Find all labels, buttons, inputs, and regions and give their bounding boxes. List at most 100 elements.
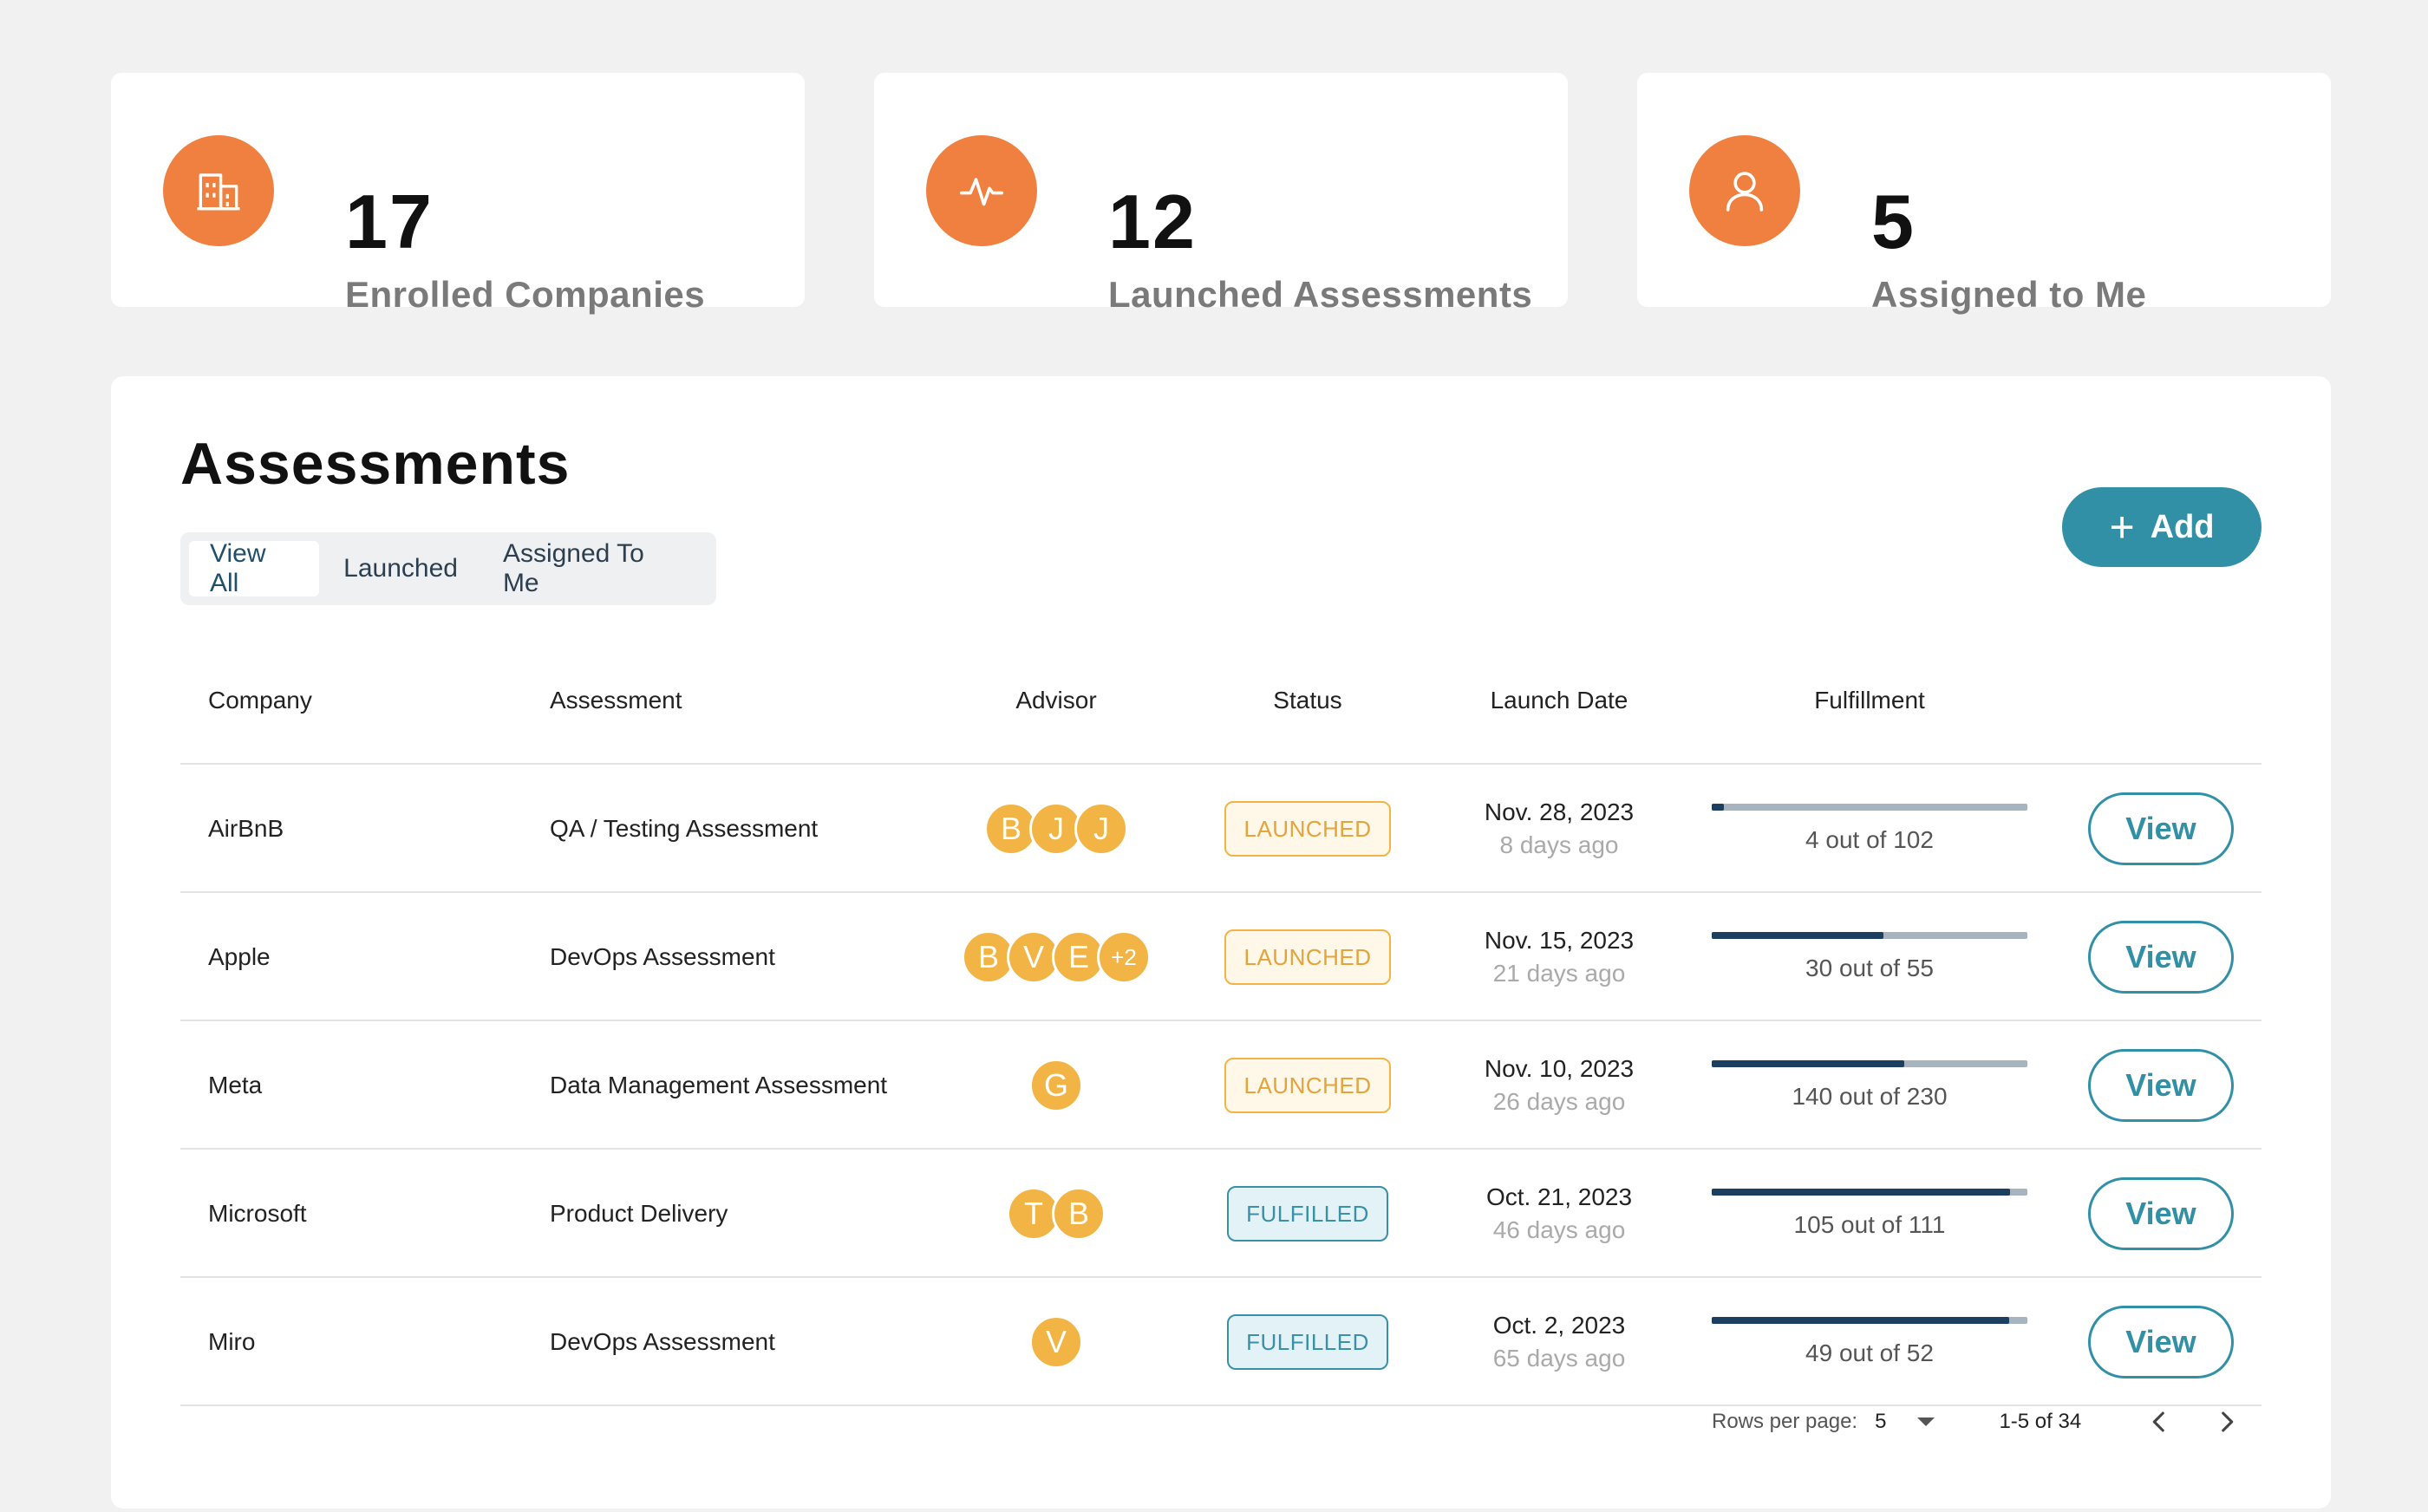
cell-assessment: DevOps Assessment [550, 1328, 775, 1355]
column-header-launch-date: Launch Date [1490, 687, 1628, 714]
fulfillment-progress-bar [1712, 804, 2027, 811]
chevron-right-icon [2222, 1411, 2234, 1432]
column-header-status: Status [1273, 687, 1342, 714]
status-badge: FULFILLED [1227, 1186, 1388, 1242]
rows-per-page-label: Rows per page: [1712, 1410, 1858, 1433]
launch-date: Nov. 28, 2023 [1484, 798, 1635, 825]
advisor-avatar: V [1029, 1315, 1083, 1369]
assessments-table: Company Assessment Advisor Status Launch… [180, 636, 2262, 1406]
avatar-group: TB [1007, 1187, 1106, 1241]
cell-fulfillment: 30 out of 55 [1712, 893, 2027, 1021]
cell-company: AirBnB [208, 815, 284, 842]
assessments-panel: Assessments View All Launched Assigned T… [111, 376, 2331, 1509]
pagination-range: 1-5 of 34 [1999, 1410, 2082, 1433]
fulfillment-text: 105 out of 111 [1793, 1211, 1946, 1238]
fulfillment-progress-bar [1712, 1060, 2027, 1067]
cell-assessment: QA / Testing Assessment [550, 815, 819, 842]
add-button-label: Add [2150, 508, 2215, 545]
view-button[interactable]: View [2088, 921, 2234, 994]
stat-number: 17 [345, 179, 434, 264]
advisor-avatar: J [1074, 802, 1128, 856]
avatar-group: BJJ [984, 802, 1128, 856]
launch-date-relative: 26 days ago [1492, 1088, 1626, 1115]
cell-launch-date: Oct. 2, 2023 65 days ago [1446, 1278, 1672, 1406]
cell-action: View [2088, 1278, 2234, 1406]
chevron-left-icon [2152, 1411, 2164, 1432]
stat-label: Launched Assessments [1108, 274, 1533, 315]
table-body: AirBnB QA / Testing Assessment B J J LAUNCHED… [180, 765, 2262, 1406]
view-button[interactable]: View [2088, 792, 2234, 865]
activity-icon [926, 135, 1037, 246]
status-badge: LAUNCHED [1224, 929, 1391, 985]
view-button[interactable]: View [2088, 1306, 2234, 1378]
cell-launch-date: Nov. 15, 2023 21 days ago [1446, 893, 1672, 1021]
add-button[interactable]: + Add [2062, 487, 2262, 567]
launch-date: Oct. 2, 2023 [1492, 1312, 1626, 1339]
cell-advisors: TB [926, 1150, 1186, 1278]
cell-status: FULFILLED [1204, 1278, 1412, 1406]
previous-page-button[interactable] [2142, 1404, 2177, 1439]
rows-per-page-select[interactable]: 5 [1875, 1410, 1935, 1434]
tab-view-all[interactable]: View All [189, 539, 320, 597]
cell-action: View [2088, 893, 2234, 1021]
stat-label: Assigned to Me [1871, 274, 2147, 315]
table-row: Microsoft Product Delivery T B FULFILLED Oct.… [180, 1150, 2262, 1278]
cell-advisors: V [926, 1278, 1186, 1406]
caret-down-icon [1917, 1418, 1935, 1426]
stat-card-launched-assessments: 12 Launched Assessments [874, 73, 1568, 315]
view-button[interactable]: View [2088, 1177, 2234, 1250]
table-header: Company Assessment Advisor Status Launch… [180, 636, 2262, 765]
fulfillment-progress-fill [1712, 804, 1725, 811]
table-row: Apple DevOps Assessment B V E +2 LAUNCHED Nov. … [180, 893, 2262, 1021]
fulfillment-progress-bar [1712, 1317, 2027, 1324]
advisor-avatar: G [1029, 1059, 1083, 1112]
fulfillment-progress-bar [1712, 1189, 2027, 1196]
status-badge: LAUNCHED [1224, 1058, 1391, 1113]
fulfillment-text: 49 out of 52 [1805, 1339, 1934, 1366]
tab-assigned-to-me[interactable]: Assigned To Me [482, 539, 704, 597]
fulfillment-progress-bar [1712, 932, 2027, 939]
pagination: Rows per page: 5 1-5 of 34 [1712, 1396, 2267, 1448]
table-row: AirBnB QA / Testing Assessment B J J LAUNCHED… [180, 765, 2262, 893]
view-button[interactable]: View [2088, 1049, 2234, 1122]
cell-fulfillment: 49 out of 52 [1712, 1278, 2027, 1406]
cell-action: View [2088, 1021, 2234, 1150]
cell-action: View [2088, 1150, 2234, 1278]
status-badge: LAUNCHED [1224, 801, 1391, 857]
column-header-company: Company [208, 687, 312, 714]
dashboard-page: 17 Enrolled Companies 12 Launched Assess… [0, 0, 2428, 1512]
launch-date: Nov. 10, 2023 [1484, 1055, 1635, 1082]
cell-action: View [2088, 765, 2234, 893]
avatar-group: V [1029, 1315, 1083, 1369]
cell-status: LAUNCHED [1204, 1021, 1412, 1150]
fulfillment-progress-fill [1712, 1317, 2009, 1324]
page-title: Assessments [180, 431, 571, 497]
status-badge: FULFILLED [1227, 1314, 1388, 1370]
advisor-avatar: +2 [1097, 930, 1151, 984]
cell-company: Miro [208, 1328, 256, 1355]
stat-number: 12 [1108, 179, 1197, 264]
cell-advisors: BJJ [926, 765, 1186, 893]
launch-date-relative: 65 days ago [1492, 1345, 1626, 1372]
rows-per-page-value: 5 [1875, 1410, 1887, 1433]
cell-launch-date: Oct. 21, 2023 46 days ago [1446, 1150, 1672, 1278]
column-header-assessment: Assessment [550, 687, 682, 714]
avatar-group: B V E +2 [962, 930, 1151, 984]
launch-date-relative: 21 days ago [1492, 960, 1626, 987]
cell-company: Apple [208, 943, 271, 970]
cell-company: Meta [208, 1072, 263, 1098]
cell-status: LAUNCHED [1204, 765, 1412, 893]
launch-date: Oct. 21, 2023 [1485, 1183, 1633, 1210]
stat-card-assigned-to-me: 5 Assigned to Me [1637, 73, 2331, 315]
cell-assessment: DevOps Assessment [550, 943, 775, 970]
fulfillment-text: 4 out of 102 [1805, 826, 1934, 853]
column-header-fulfillment: Fulfillment [1814, 687, 1925, 714]
advisor-avatar: B [1052, 1187, 1106, 1241]
stat-label: Enrolled Companies [345, 274, 706, 315]
tab-launched[interactable]: Launched [323, 541, 479, 596]
next-page-button[interactable] [2209, 1404, 2244, 1439]
column-header-advisor: Advisor [1015, 687, 1097, 714]
cell-status: FULFILLED [1204, 1150, 1412, 1278]
cell-fulfillment: 105 out of 111 [1712, 1150, 2027, 1278]
user-icon [1689, 135, 1800, 246]
